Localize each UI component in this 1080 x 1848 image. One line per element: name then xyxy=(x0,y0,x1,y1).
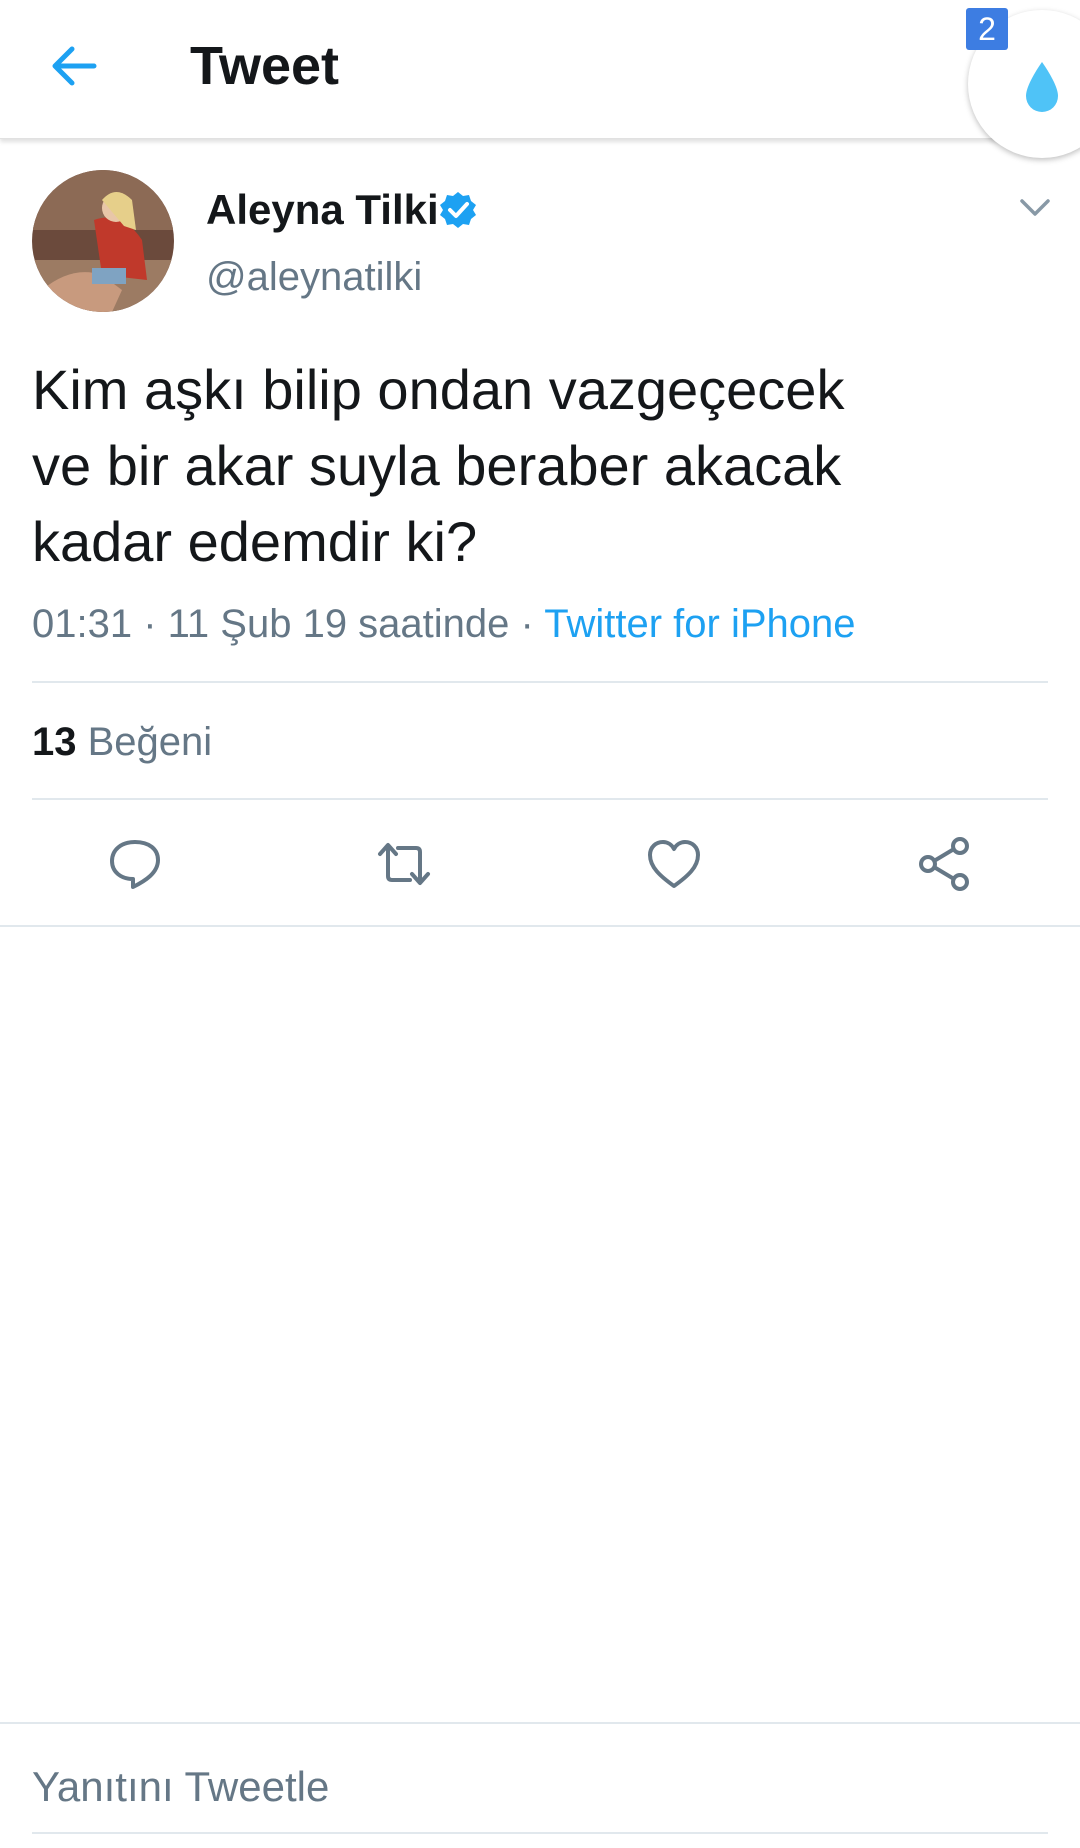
tweet-source-link[interactable]: Twitter for iPhone xyxy=(544,602,855,646)
likes-summary[interactable]: 13 Beğeni xyxy=(32,718,212,766)
page-title: Tweet xyxy=(190,36,340,96)
divider xyxy=(0,925,1080,927)
water-drop-icon xyxy=(1026,62,1058,112)
reply-input[interactable]: Yanıtını Tweetle xyxy=(32,1762,329,1812)
share-button[interactable] xyxy=(916,836,972,892)
reply-button[interactable] xyxy=(107,836,163,892)
heart-icon xyxy=(648,840,700,888)
notification-badge: 2 xyxy=(966,8,1008,50)
tweet-meta: 01:31 · 11 Şub 19 saatinde · Twitter for… xyxy=(32,602,856,646)
divider xyxy=(0,1722,1080,1724)
tweet-time: 01:31 xyxy=(32,602,133,646)
app-bar: Tweet xyxy=(0,0,1080,139)
divider xyxy=(32,681,1048,683)
chevron-down-icon[interactable] xyxy=(1018,196,1052,220)
back-button[interactable] xyxy=(44,36,104,96)
verified-badge-icon xyxy=(440,192,476,228)
like-button[interactable] xyxy=(646,836,702,892)
author-handle[interactable]: @aleynatilki xyxy=(206,254,422,300)
tweet-date: 11 Şub 19 saatinde xyxy=(167,602,510,646)
speech-bubble-icon xyxy=(110,840,160,889)
like-count: 13 xyxy=(32,720,77,764)
arrow-left-icon xyxy=(52,46,97,86)
divider xyxy=(32,798,1048,800)
share-icon xyxy=(919,837,969,891)
tweet-text: Kim aşkı bilip ondan vazgeçecek ve bir a… xyxy=(32,358,845,573)
reply-input-underline xyxy=(32,1832,1048,1834)
author-name[interactable]: Aleyna Tilki xyxy=(206,186,439,234)
avatar[interactable] xyxy=(32,170,174,312)
retweet-button[interactable] xyxy=(376,836,432,892)
like-label: Beğeni xyxy=(87,720,213,764)
retweet-icon xyxy=(378,843,430,885)
avatar-image xyxy=(32,170,174,312)
